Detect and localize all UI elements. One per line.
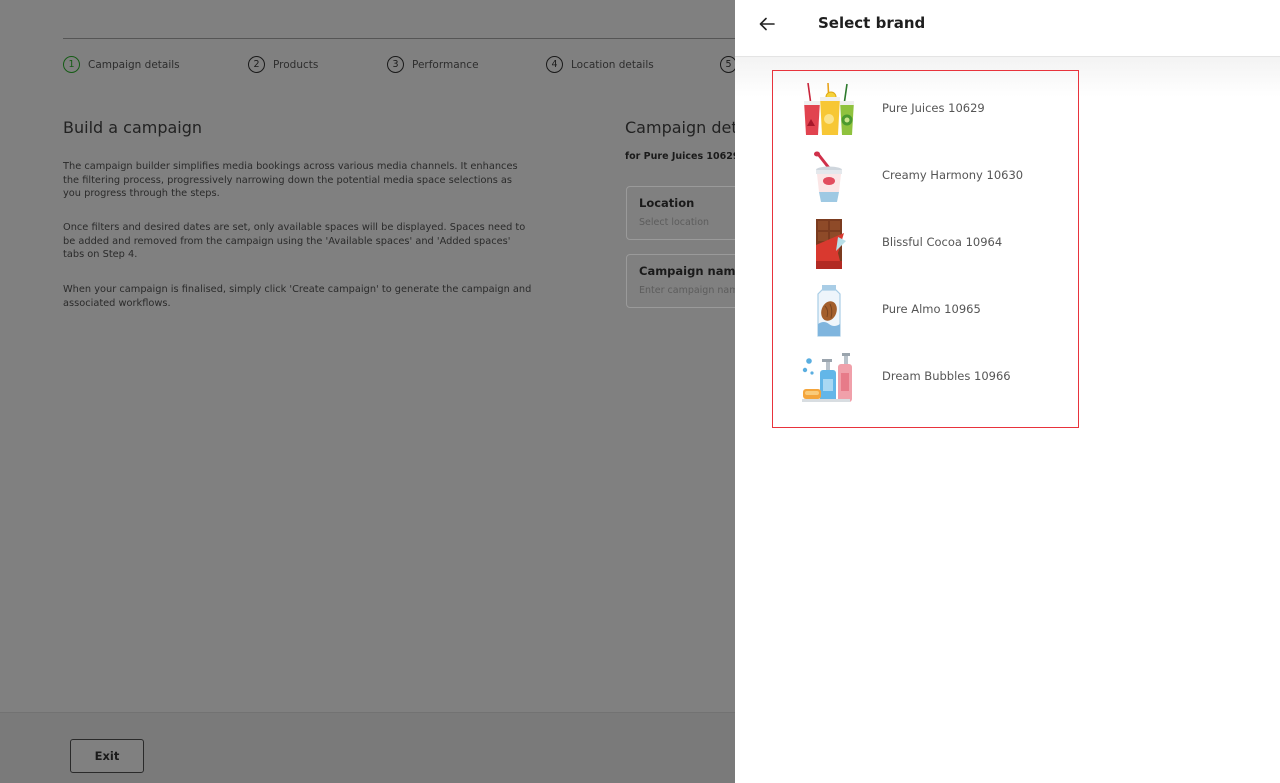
- brand-name: Pure Juices 10629: [882, 101, 985, 115]
- step-location-details[interactable]: 4 Location details: [546, 56, 654, 73]
- step-products[interactable]: 2 Products: [248, 56, 318, 73]
- step-number: 2: [248, 56, 265, 73]
- chocolate-bar-icon: [816, 219, 846, 269]
- brand-item[interactable]: Pure Juices 10629: [773, 76, 1077, 140]
- brand-name: Blissful Cocoa 10964: [882, 235, 1003, 249]
- brand-name: Pure Almo 10965: [882, 302, 981, 316]
- brand-item[interactable]: Dream Bubbles 10966: [773, 344, 1077, 408]
- select-brand-drawer: Select brand Pure Juices 10629 Creamy Ha…: [735, 0, 1280, 783]
- step-number: 1: [63, 56, 80, 73]
- step-label: Campaign details: [88, 58, 180, 71]
- exit-button[interactable]: Exit: [70, 739, 144, 773]
- drawer-header: Select brand: [735, 0, 1280, 57]
- drawer-title: Select brand: [818, 14, 926, 32]
- brand-name: Creamy Harmony 10630: [882, 168, 1024, 182]
- brand-item[interactable]: Creamy Harmony 10630: [773, 143, 1077, 207]
- campaign-details-subtitle: for Pure Juices 10629: [625, 151, 740, 162]
- juice-glasses-icon: [804, 83, 854, 135]
- header-divider: [63, 38, 743, 39]
- brand-list: Pure Juices 10629 Creamy Harmony 10630 B…: [772, 70, 1079, 428]
- yogurt-cup-icon: [814, 151, 842, 202]
- intro-paragraph: Once filters and desired dates are set, …: [63, 222, 526, 261]
- step-label: Location details: [571, 58, 654, 71]
- brand-item[interactable]: Pure Almo 10965: [773, 277, 1077, 341]
- brand-name: Dream Bubbles 10966: [882, 369, 1011, 383]
- step-label: Performance: [412, 58, 479, 71]
- intro-paragraph: The campaign builder simplifies media bo…: [63, 161, 518, 200]
- stepper: 1 Campaign details 2 Products 3 Performa…: [63, 56, 763, 74]
- almond-milk-icon: [817, 285, 841, 337]
- soap-bottles-icon: [802, 353, 852, 402]
- step-performance[interactable]: 3 Performance: [387, 56, 479, 73]
- brand-item[interactable]: Blissful Cocoa 10964: [773, 210, 1077, 274]
- build-campaign-title: Build a campaign: [63, 118, 203, 137]
- step-label: Products: [273, 58, 319, 71]
- back-arrow-icon[interactable]: [755, 12, 779, 36]
- step-number: 3: [387, 56, 404, 73]
- step-campaign-details[interactable]: 1 Campaign details: [63, 56, 180, 73]
- step-number: 4: [546, 56, 563, 73]
- intro-paragraph: When your campaign is finalised, simply …: [63, 284, 532, 309]
